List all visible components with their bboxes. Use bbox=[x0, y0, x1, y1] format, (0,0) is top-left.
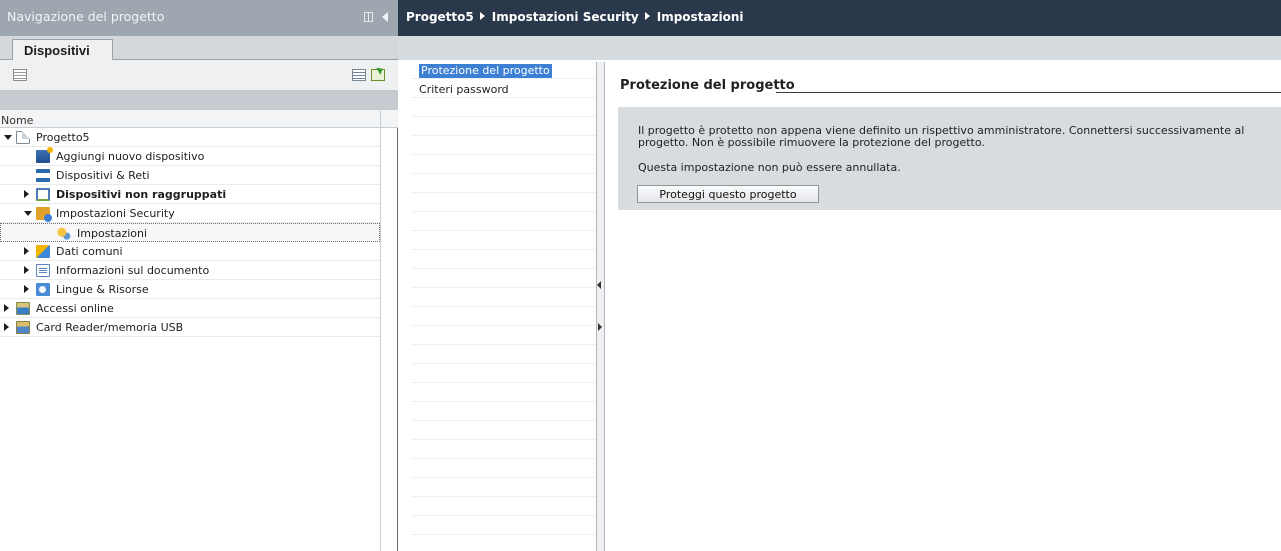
ungrouped-devices-icon bbox=[36, 188, 50, 201]
tree-item-label: Aggiungi nuovo dispositivo bbox=[56, 150, 205, 163]
expanded-arrow-icon[interactable] bbox=[4, 135, 12, 140]
editor-toolbar bbox=[398, 36, 1281, 60]
tree-item-label: Progetto5 bbox=[36, 131, 90, 144]
add-device-icon bbox=[36, 147, 53, 163]
tree-item-label: Accessi online bbox=[36, 302, 114, 315]
column-separator[interactable] bbox=[380, 110, 381, 551]
protection-description: Il progetto è protetto non appena viene … bbox=[638, 124, 1245, 149]
tree-item[interactable]: Impostazioni Security bbox=[0, 204, 380, 223]
languages-icon bbox=[36, 283, 50, 296]
breadcrumb-item[interactable]: Progetto5 bbox=[406, 10, 474, 24]
tree-item-label: Card Reader/memoria USB bbox=[36, 321, 184, 334]
protect-project-button[interactable]: Proteggi questo progetto bbox=[637, 185, 819, 203]
tab-devices[interactable]: Dispositivi bbox=[12, 39, 113, 61]
settings-icon bbox=[57, 227, 71, 240]
tree-item-label: Impostazioni bbox=[77, 227, 148, 240]
collapsed-arrow-icon[interactable] bbox=[4, 304, 9, 312]
collapsed-arrow-icon[interactable] bbox=[4, 323, 9, 331]
common-data-icon bbox=[36, 245, 50, 258]
splitter[interactable] bbox=[596, 62, 605, 551]
breadcrumb-separator-icon bbox=[644, 12, 650, 20]
project-navigation-panel: Navigazione del progetto Dispositivi Nom… bbox=[0, 0, 398, 551]
collapsed-arrow-icon[interactable] bbox=[24, 190, 29, 198]
project-icon bbox=[16, 131, 30, 144]
settings-list-item[interactable]: Protezione del progetto bbox=[411, 60, 596, 79]
tree-item[interactable]: Card Reader/memoria USB bbox=[0, 318, 380, 337]
tree-item[interactable]: Dati comuni bbox=[0, 242, 380, 261]
tree-item[interactable]: Aggiungi nuovo dispositivo bbox=[0, 147, 380, 166]
settings-list-item-label: Criteri password bbox=[419, 83, 509, 96]
collapse-left-icon[interactable] bbox=[597, 281, 601, 289]
tree-item[interactable]: Lingue & Risorse bbox=[0, 280, 380, 299]
pin-icon[interactable] bbox=[364, 12, 373, 22]
tree-item-label: Dispositivi & Reti bbox=[56, 169, 150, 182]
collapsed-arrow-icon[interactable] bbox=[24, 247, 29, 255]
breadcrumb: Progetto5 Impostazioni Security Impostazio… bbox=[398, 0, 1281, 36]
navigation-filter-bar bbox=[0, 90, 398, 110]
tree-item[interactable]: Informazioni sul documento bbox=[0, 261, 380, 280]
overview-icon[interactable] bbox=[352, 69, 366, 81]
card-reader-icon bbox=[16, 321, 30, 334]
properties-icon[interactable] bbox=[13, 69, 27, 81]
settings-list-item[interactable]: Criteri password bbox=[411, 79, 596, 98]
breadcrumb-item[interactable]: Impostazioni bbox=[657, 10, 744, 24]
tree-item-label: Impostazioni Security bbox=[56, 207, 175, 220]
tree-item[interactable]: Progetto5 bbox=[0, 128, 380, 147]
project-navigation-title: Navigazione del progetto bbox=[7, 9, 165, 24]
tree-item-label: Lingue & Risorse bbox=[56, 283, 149, 296]
tree-item[interactable]: Impostazioni bbox=[0, 223, 380, 242]
project-navigation-title-bar: Navigazione del progetto bbox=[0, 0, 398, 36]
tree-item-label: Dispositivi non raggruppati bbox=[56, 188, 227, 201]
tree-item[interactable]: Accessi online bbox=[0, 299, 380, 318]
navigation-tabs: Dispositivi bbox=[0, 36, 398, 61]
document-info-icon bbox=[36, 264, 50, 277]
tree-item-label: Informazioni sul documento bbox=[56, 264, 210, 277]
collapse-left-icon[interactable] bbox=[382, 12, 388, 22]
network-icon bbox=[36, 169, 50, 182]
column-header-name[interactable]: Nome bbox=[0, 110, 398, 128]
breadcrumb-separator-icon bbox=[479, 12, 485, 20]
tree-item[interactable]: Dispositivi & Reti bbox=[0, 166, 380, 185]
go-to-device-icon[interactable] bbox=[371, 69, 385, 81]
irreversible-note: Questa impostazione non può essere annul… bbox=[638, 161, 901, 174]
expand-right-icon[interactable] bbox=[598, 323, 602, 331]
expanded-arrow-icon[interactable] bbox=[24, 211, 32, 216]
protection-panel: Il progetto è protetto non appena viene … bbox=[618, 107, 1281, 210]
tree-item[interactable]: Dispositivi non raggruppati bbox=[0, 185, 380, 204]
settings-category-list: Protezione del progetto Criteri password bbox=[411, 60, 596, 551]
collapsed-arrow-icon[interactable] bbox=[24, 266, 29, 274]
navigation-toolbar bbox=[0, 60, 398, 90]
section-divider bbox=[776, 92, 1281, 93]
section-title: Protezione del progetto bbox=[620, 78, 795, 93]
online-access-icon bbox=[16, 302, 30, 315]
security-settings-icon bbox=[36, 207, 52, 222]
collapsed-arrow-icon[interactable] bbox=[24, 285, 29, 293]
settings-list-item-label: Protezione del progetto bbox=[419, 64, 552, 78]
tree-item-label: Dati comuni bbox=[56, 245, 123, 258]
breadcrumb-item[interactable]: Impostazioni Security bbox=[492, 10, 639, 24]
project-tree: Progetto5 Aggiungi nuovo dispositivo Dispo… bbox=[0, 128, 380, 337]
settings-content: Protezione del progetto Il progetto è pr… bbox=[608, 60, 1281, 551]
